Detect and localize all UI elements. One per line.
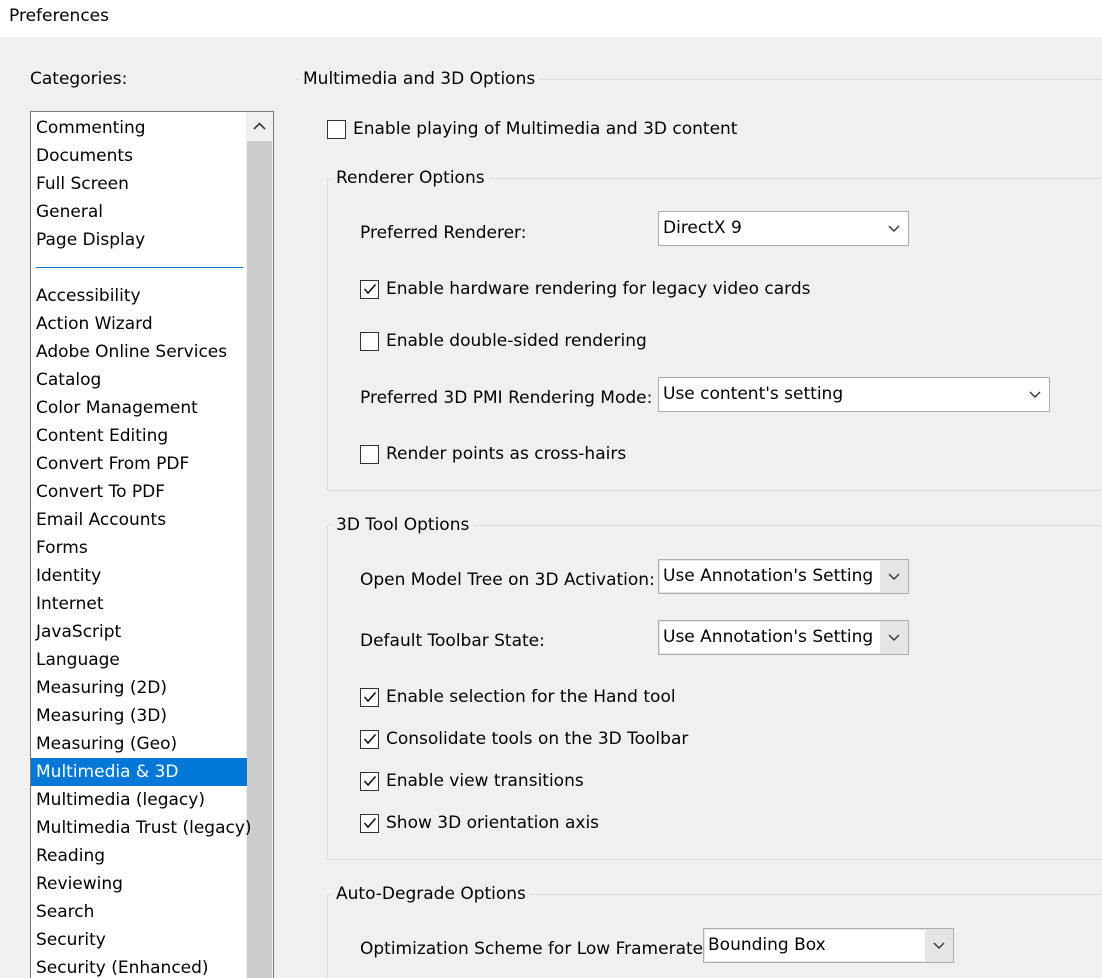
category-item[interactable]: Accessibility <box>31 282 247 310</box>
category-item[interactable]: Multimedia Trust (legacy) <box>31 814 252 842</box>
view-transitions-label: Enable view transitions <box>386 771 584 791</box>
model-tree-select[interactable]: Use Annotation's Setting <box>658 559 909 594</box>
checkbox-box[interactable] <box>360 444 379 464</box>
category-item[interactable]: Multimedia & 3D <box>31 758 247 786</box>
pmi-mode-select[interactable]: Use content's setting <box>658 377 1050 412</box>
category-item[interactable]: Search <box>31 898 247 926</box>
category-item[interactable]: Catalog <box>31 366 247 394</box>
optimization-scheme-value: Bounding Box <box>705 930 925 961</box>
scrollbar[interactable] <box>246 112 273 978</box>
category-item[interactable]: Security (Enhanced) <box>31 954 247 978</box>
window-title: Preferences <box>9 6 109 26</box>
checkmark-icon <box>363 691 376 703</box>
cross-hairs-label: Render points as cross-hairs <box>386 444 627 464</box>
checkbox-box[interactable] <box>360 771 379 791</box>
checkmark-icon <box>363 733 376 745</box>
checkmark-icon <box>363 283 376 295</box>
orientation-axis-label: Show 3D orientation axis <box>386 813 600 833</box>
category-item[interactable]: Documents <box>31 142 247 170</box>
category-item[interactable]: Measuring (2D) <box>31 674 247 702</box>
checkbox-box[interactable] <box>360 279 379 299</box>
category-item[interactable]: Convert To PDF <box>31 478 247 506</box>
optimization-scheme-label: Optimization Scheme for Low Framerate: <box>360 939 709 959</box>
checkmark-icon <box>363 817 376 829</box>
checkbox-box[interactable] <box>360 729 379 749</box>
chevron-up-icon <box>253 122 266 130</box>
category-item[interactable]: Full Screen <box>31 170 247 198</box>
category-item[interactable]: Identity <box>31 562 247 590</box>
optimization-scheme-select[interactable]: Bounding Box <box>703 928 954 963</box>
checkbox-box[interactable] <box>360 813 379 833</box>
category-item[interactable]: Security <box>31 926 247 954</box>
checkmark-icon <box>363 775 376 787</box>
category-item[interactable]: Content Editing <box>31 422 247 450</box>
checkbox-box[interactable] <box>360 687 379 707</box>
category-item[interactable]: Measuring (Geo) <box>31 730 247 758</box>
chevron-down-icon <box>880 621 908 654</box>
chevron-down-icon <box>925 929 953 962</box>
toolbar-state-select[interactable]: Use Annotation's Setting <box>658 620 909 655</box>
category-item[interactable]: JavaScript <box>31 618 247 646</box>
category-item[interactable]: Reviewing <box>31 870 247 898</box>
preferred-renderer-value: DirectX 9 <box>663 218 742 238</box>
category-item[interactable]: Language <box>31 646 247 674</box>
hw-legacy-checkbox[interactable]: Enable hardware rendering for legacy vid… <box>360 279 811 299</box>
category-item[interactable]: Action Wizard <box>31 310 247 338</box>
3d-tool-options-title: 3D Tool Options <box>332 515 474 535</box>
checkbox-box[interactable] <box>327 119 346 139</box>
category-separator <box>36 267 243 268</box>
scroll-up-button[interactable] <box>246 112 273 140</box>
orientation-axis-checkbox[interactable]: Show 3D orientation axis <box>360 813 599 833</box>
preferred-renderer-select[interactable]: DirectX 9 <box>658 211 909 246</box>
consolidate-label: Consolidate tools on the 3D Toolbar <box>386 729 689 749</box>
double-sided-label: Enable double-sided rendering <box>386 331 647 351</box>
checkbox-box[interactable] <box>360 331 379 351</box>
category-item[interactable]: Commenting <box>31 114 247 142</box>
category-item[interactable]: Email Accounts <box>31 506 247 534</box>
chevron-down-icon <box>880 560 908 593</box>
category-item[interactable]: Measuring (3D) <box>31 702 247 730</box>
category-item[interactable]: Forms <box>31 534 247 562</box>
view-transitions-checkbox[interactable]: Enable view transitions <box>360 771 584 791</box>
double-sided-checkbox[interactable]: Enable double-sided rendering <box>360 331 647 351</box>
category-item[interactable]: Reading <box>31 842 247 870</box>
auto-degrade-options-title: Auto-Degrade Options <box>332 884 530 904</box>
pmi-mode-label: Preferred 3D PMI Rendering Mode: <box>360 388 653 408</box>
consolidate-checkbox[interactable]: Consolidate tools on the 3D Toolbar <box>360 729 688 749</box>
hand-tool-label: Enable selection for the Hand tool <box>386 687 676 707</box>
renderer-options-title: Renderer Options <box>332 168 489 188</box>
model-tree-label: Open Model Tree on 3D Activation: <box>360 570 655 590</box>
category-item[interactable]: Color Management <box>31 394 247 422</box>
category-item[interactable]: Page Display <box>31 226 247 254</box>
section-title: Multimedia and 3D Options <box>299 69 540 89</box>
category-item[interactable]: General <box>31 198 247 226</box>
title-bar: Preferences <box>0 0 1102 37</box>
cross-hairs-checkbox[interactable]: Render points as cross-hairs <box>360 444 626 464</box>
model-tree-value: Use Annotation's Setting <box>660 561 880 592</box>
toolbar-state-label: Default Toolbar State: <box>360 631 545 651</box>
category-item[interactable]: Internet <box>31 590 247 618</box>
category-item[interactable]: Adobe Online Services <box>31 338 247 366</box>
hand-tool-checkbox[interactable]: Enable selection for the Hand tool <box>360 687 676 707</box>
enable-playing-checkbox[interactable]: Enable playing of Multimedia and 3D cont… <box>327 119 737 139</box>
toolbar-state-value: Use Annotation's Setting <box>660 622 880 653</box>
chevron-down-icon <box>1021 378 1049 411</box>
chevron-down-icon <box>880 212 908 245</box>
scrollbar-thumb[interactable] <box>247 141 272 978</box>
pmi-mode-value: Use content's setting <box>663 384 844 404</box>
preferred-renderer-label: Preferred Renderer: <box>360 223 527 243</box>
enable-playing-label: Enable playing of Multimedia and 3D cont… <box>353 119 738 139</box>
categories-label: Categories: <box>30 69 128 89</box>
category-item[interactable]: Convert From PDF <box>31 450 247 478</box>
hw-legacy-label: Enable hardware rendering for legacy vid… <box>386 279 811 299</box>
categories-list[interactable]: Commenting Documents Full Screen General Pag… <box>30 111 274 978</box>
category-item[interactable]: Multimedia (legacy) <box>31 786 247 814</box>
